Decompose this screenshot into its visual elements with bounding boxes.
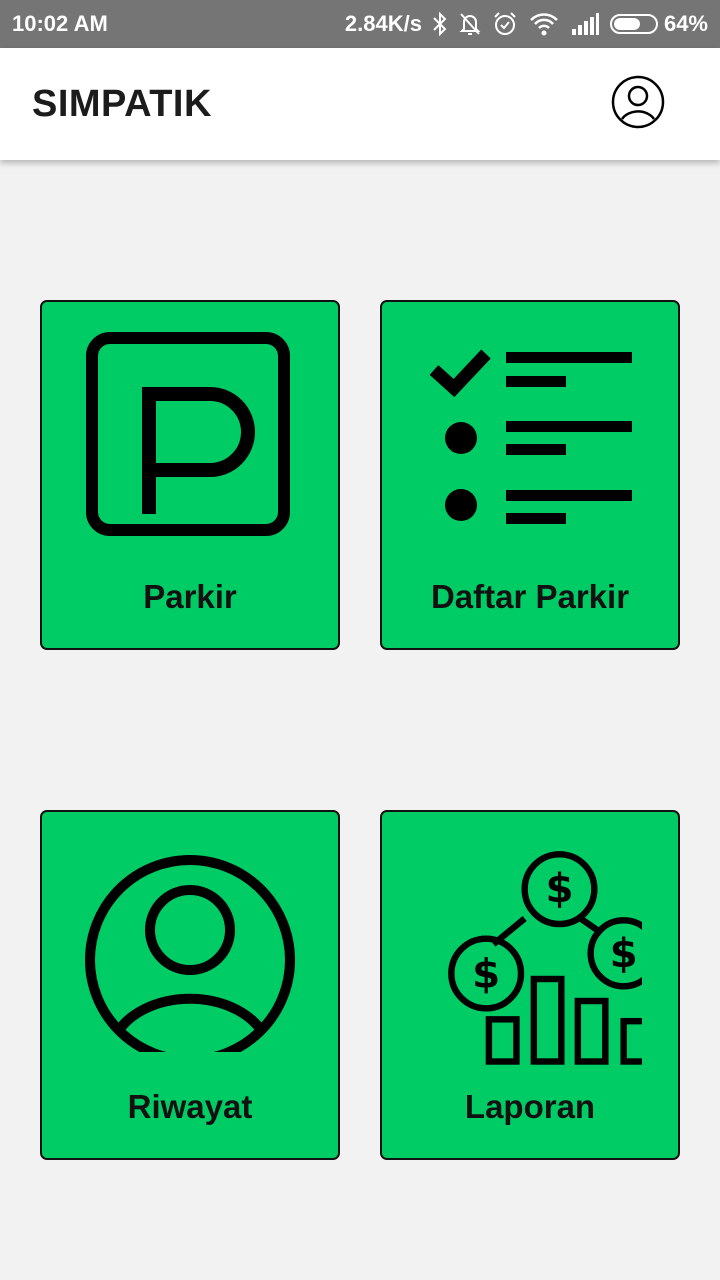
alarm-icon <box>492 10 518 38</box>
app-title: SIMPATIK <box>32 82 212 125</box>
finance-report-icon: $ $ $ <box>422 832 642 1065</box>
wifi-icon <box>528 10 560 38</box>
status-bar: 10:02 AM 2.84K/s 64% <box>0 0 720 48</box>
menu-tile-label: Riwayat <box>127 1088 253 1125</box>
battery-level-fill <box>613 18 640 30</box>
main-menu-grid: Parkir Daftar Parkir Riwayat $ $ $ Lapor… <box>40 300 680 1160</box>
notifications-off-icon <box>458 10 482 38</box>
svg-text:$: $ <box>610 930 638 977</box>
svg-text:$: $ <box>472 950 500 997</box>
menu-tile-laporan[interactable]: $ $ $ Laporan <box>380 810 680 1160</box>
parking-icon <box>82 322 302 542</box>
status-time: 10:02 AM <box>12 11 108 36</box>
battery-icon <box>609 14 658 34</box>
menu-tile-parkir[interactable]: Parkir <box>40 300 340 650</box>
cell-signal-icon <box>570 10 600 38</box>
menu-tile-label: Laporan <box>464 1088 596 1125</box>
menu-tile-label: Parkir <box>143 578 237 615</box>
account-circle-icon <box>611 75 665 134</box>
menu-tile-riwayat[interactable]: Riwayat <box>40 810 340 1160</box>
menu-tile-daftar-parkir[interactable]: Daftar Parkir <box>380 300 680 650</box>
profile-button[interactable] <box>610 75 666 134</box>
bluetooth-icon <box>432 10 448 38</box>
checklist-icon <box>422 322 642 542</box>
app-bar: SIMPATIK <box>0 48 720 160</box>
svg-text:$: $ <box>545 865 573 912</box>
menu-tile-label: Daftar Parkir <box>430 578 630 615</box>
battery-percent: 64% <box>663 11 708 36</box>
user-circle-icon <box>82 832 302 1052</box>
status-indicators: 2.84K/s 64% <box>345 10 708 38</box>
network-speed: 2.84K/s <box>344 11 422 36</box>
battery-indicator: 64% <box>609 11 708 37</box>
